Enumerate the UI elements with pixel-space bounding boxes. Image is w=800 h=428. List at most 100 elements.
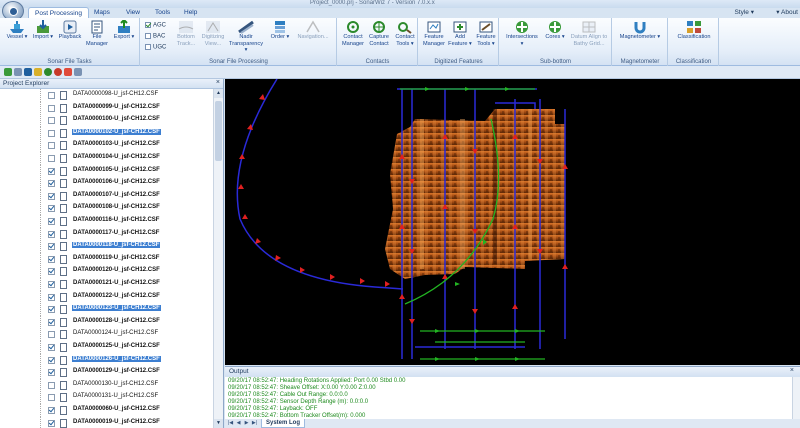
file-name[interactable]: DATA0000100-U_jsf-CH12.CSF bbox=[72, 116, 161, 122]
file-name[interactable]: DATA0000107-U_jsf-CH12.CSF bbox=[72, 192, 161, 198]
file-name[interactable]: DATA0000116-U_jsf-CH12.CSF bbox=[72, 217, 160, 223]
file-checkbox[interactable] bbox=[48, 230, 55, 238]
file-checkbox[interactable] bbox=[48, 205, 55, 213]
file-name[interactable]: DATA0000121-U_jsf-CH12.CSF bbox=[72, 280, 161, 286]
map-canvas[interactable] bbox=[225, 79, 800, 365]
file-name[interactable]: DATA0000122-U_jsf-CH12.CSF bbox=[72, 293, 161, 299]
close-icon[interactable]: × bbox=[790, 367, 794, 374]
file-row[interactable]: DATA0000104-U_jsf-CH12.CSF bbox=[0, 152, 214, 165]
add-icon[interactable] bbox=[4, 68, 12, 76]
export-button[interactable]: Export ▾ bbox=[111, 20, 137, 56]
file-name[interactable]: DATA0000129-U_jsf-CH12.CSF bbox=[72, 368, 161, 374]
file-name[interactable]: DATA0000103-U_jsf-CH12.CSF bbox=[72, 141, 161, 147]
file-checkbox[interactable] bbox=[48, 344, 55, 351]
file-checkbox[interactable] bbox=[48, 293, 55, 301]
last-tab-icon[interactable]: ▶| bbox=[251, 420, 258, 427]
file-name[interactable]: DATA0000108-U_jsf-CH12.CSF bbox=[72, 204, 161, 210]
file-row[interactable]: DATA0000130-U_jsf-CH12.CSF bbox=[0, 378, 214, 392]
file-row[interactable]: DATA0000108-U_jsf-CH12.CSF bbox=[0, 202, 214, 216]
navigation-button[interactable]: Navigation... bbox=[293, 20, 333, 56]
datum-align-button[interactable]: Datum Align to Bathy Grid... bbox=[570, 20, 608, 56]
file-row[interactable]: DATA0000120-U_jsf-CH12.CSF bbox=[0, 265, 214, 279]
file-row[interactable]: DATA0000060-U_jsf-CH12.CSF bbox=[0, 404, 214, 417]
file-checkbox[interactable] bbox=[48, 268, 55, 276]
file-row[interactable]: DATA0000123-U_jsf-CH12.CSF bbox=[0, 303, 214, 317]
file-checkbox[interactable] bbox=[48, 180, 55, 188]
map-view[interactable] bbox=[225, 79, 800, 365]
file-name[interactable]: DATA0000104-U_jsf-CH12.CSF bbox=[72, 154, 161, 160]
file-name[interactable]: DATA0000019-U_jsf-CH12.CSF bbox=[72, 419, 161, 425]
delete-icon[interactable] bbox=[64, 68, 72, 76]
bac-checkbox[interactable]: BAC bbox=[145, 33, 165, 40]
scroll-up-icon[interactable]: ▲ bbox=[214, 89, 223, 98]
file-checkbox[interactable] bbox=[48, 281, 55, 288]
first-tab-icon[interactable]: |◀ bbox=[227, 420, 234, 427]
file-checkbox[interactable] bbox=[48, 155, 55, 162]
file-manager-button[interactable]: File Manager bbox=[84, 20, 110, 56]
contact-manager-button[interactable]: Contact Manager bbox=[340, 20, 366, 56]
file-row[interactable]: DATA0000121-U_jsf-CH12.CSF bbox=[0, 278, 214, 291]
file-row[interactable]: DATA0000105-U_jsf-CH12.CSF bbox=[0, 164, 214, 178]
file-checkbox[interactable] bbox=[48, 407, 55, 414]
playback-button[interactable]: Playback bbox=[57, 20, 83, 56]
feature-manager-button[interactable]: Feature Manager bbox=[421, 20, 447, 56]
file-name[interactable]: DATA0000120-U_jsf-CH12.CSF bbox=[72, 267, 161, 273]
file-row[interactable]: DATA0000099-U_jsf-CH12.CSF bbox=[0, 101, 214, 115]
file-row[interactable]: DATA0000107-U_jsf-CH12.CSF bbox=[0, 189, 214, 203]
bottom-track-button[interactable]: Bottom Track... bbox=[173, 20, 199, 56]
file-checkbox[interactable] bbox=[48, 369, 55, 377]
file-checkbox[interactable] bbox=[48, 381, 55, 389]
tab-system-log[interactable]: System Log bbox=[261, 419, 306, 428]
file-checkbox[interactable] bbox=[48, 218, 55, 225]
file-row[interactable]: DATA0000122-U_jsf-CH12.CSF bbox=[0, 290, 214, 304]
file-name[interactable]: DATA0000130-U_jsf-CH12.CSF bbox=[72, 381, 159, 387]
file-name[interactable]: DATA0000117-U_jsf-CH12.CSF bbox=[72, 230, 160, 236]
move-icon[interactable] bbox=[14, 68, 22, 76]
file-row[interactable]: DATA0000118-U_jsf-CH12.CSF bbox=[0, 240, 214, 254]
feature-tools-button[interactable]: Feature Tools ▾ bbox=[473, 20, 499, 56]
file-checkbox[interactable] bbox=[48, 356, 55, 364]
file-name[interactable]: DATA0000124-U_jsf-CH12.CSF bbox=[72, 330, 159, 336]
file-row[interactable]: DATA0000129-U_jsf-CH12.CSF bbox=[0, 366, 214, 380]
order-button[interactable]: Order ▾ bbox=[267, 20, 293, 56]
contact-tools-button[interactable]: Contact Tools ▾ bbox=[392, 20, 418, 56]
style-menu[interactable]: Style ▾ bbox=[734, 8, 754, 16]
file-checkbox[interactable] bbox=[48, 167, 55, 175]
save-icon[interactable] bbox=[24, 68, 32, 76]
file-name[interactable]: DATA0000131-U_jsf-CH12.CSF bbox=[72, 393, 159, 399]
file-row[interactable]: DATA0000126-U_jsf-CH12.CSF bbox=[0, 353, 214, 367]
scroll-down-icon[interactable]: ▼ bbox=[214, 419, 223, 428]
intersections-button[interactable]: Intersections ▾ bbox=[504, 20, 540, 56]
nadir-transparency-button[interactable]: Nadir Transparency ▾ bbox=[229, 20, 263, 56]
capture-contact-button[interactable]: Capture Contact bbox=[366, 20, 392, 56]
file-checkbox[interactable] bbox=[48, 394, 55, 402]
prev-tab-icon[interactable]: ◀ bbox=[235, 420, 242, 427]
file-checkbox[interactable] bbox=[48, 129, 55, 137]
cores-button[interactable]: Cores ▾ bbox=[542, 20, 568, 56]
file-name[interactable]: DATA0000060-U_jsf-CH12.CSF bbox=[72, 406, 161, 412]
uncheck-all-icon[interactable] bbox=[54, 68, 62, 76]
file-row[interactable]: DATA0000098-U_jsf-CH12.CSF bbox=[0, 89, 214, 102]
file-checkbox[interactable] bbox=[48, 142, 55, 150]
add-feature-button[interactable]: Add Feature ▾ bbox=[447, 20, 473, 56]
file-name[interactable]: DATA0000098-U_jsf-CH12.CSF bbox=[72, 91, 159, 97]
classification-button[interactable]: Classification bbox=[673, 20, 715, 56]
file-row[interactable]: DATA0000128-U_jsf-CH12.CSF bbox=[0, 315, 214, 329]
about-menu[interactable]: ▾ About bbox=[776, 8, 798, 16]
file-name[interactable]: DATA0000118-U_jsf-CH12.CSF bbox=[70, 241, 162, 250]
close-icon[interactable]: × bbox=[216, 79, 220, 86]
import-button[interactable]: Import ▾ bbox=[30, 20, 56, 56]
digitizing-view-button[interactable]: Digitizing View... bbox=[200, 20, 226, 56]
folder-icon[interactable] bbox=[34, 68, 42, 76]
file-row[interactable]: DATA0000116-U_jsf-CH12.CSF bbox=[0, 215, 214, 228]
ugc-checkbox[interactable]: UGC bbox=[145, 44, 166, 51]
file-name[interactable]: DATA0000119-U_jsf-CH12.CSF bbox=[72, 255, 160, 261]
magnetometer-button[interactable]: Magnetometer ▾ bbox=[617, 20, 663, 56]
file-name[interactable]: DATA0000099-U_jsf-CH12.CSF bbox=[72, 104, 161, 110]
file-name[interactable]: DATA0000125-U_jsf-CH12.CSF bbox=[72, 343, 161, 349]
file-name[interactable]: DATA0000105-U_jsf-CH12.CSF bbox=[72, 167, 161, 173]
file-row[interactable]: DATA0000131-U_jsf-CH12.CSF bbox=[0, 391, 214, 405]
file-row[interactable]: DATA0000102-U_jsf-CH12.CSF bbox=[0, 126, 214, 140]
vessel-button[interactable]: Vessel ▾ bbox=[4, 20, 30, 56]
file-checkbox[interactable] bbox=[48, 419, 55, 427]
